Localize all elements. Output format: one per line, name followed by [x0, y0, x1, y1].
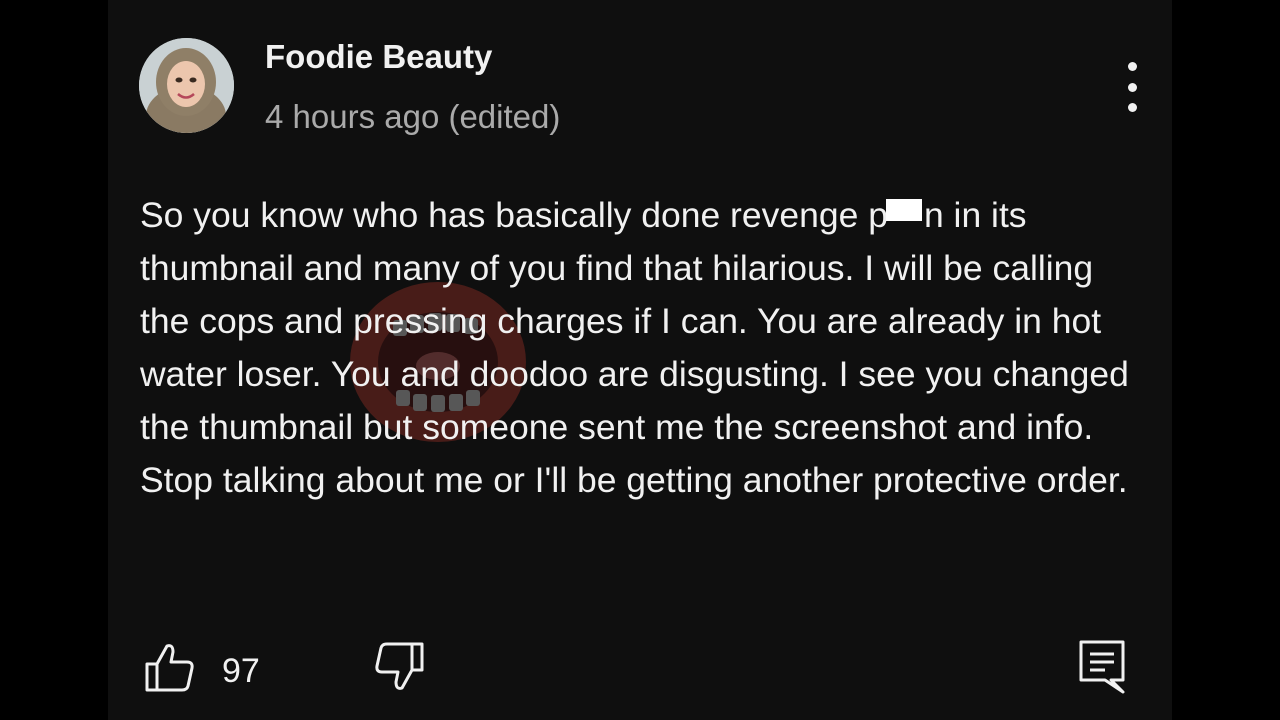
- dislike-button[interactable]: [372, 640, 426, 694]
- like-count: 97: [222, 652, 260, 690]
- avatar[interactable]: [139, 38, 234, 133]
- reply-icon: [1079, 640, 1125, 694]
- avatar-icon: [139, 38, 234, 133]
- comment-timestamp: 4 hours ago (edited): [265, 98, 561, 135]
- more-options-button[interactable]: [1114, 62, 1150, 112]
- more-vertical-icon: [1127, 62, 1137, 71]
- author-name[interactable]: Foodie Beauty: [265, 38, 492, 76]
- screen: Foodie Beauty 4 hours ago (edited) So yo…: [0, 0, 1280, 720]
- thumbs-down-icon: [375, 642, 424, 690]
- redaction-mark: [885, 199, 922, 221]
- comment-text-part-2: n in its thumbnail and many of you find …: [140, 195, 1129, 500]
- thumbs-up-icon: [145, 644, 194, 692]
- comment-text: So you know who has basically done reven…: [140, 189, 1140, 507]
- comment-text-part-1: So you know who has basically done reven…: [140, 195, 888, 235]
- reply-button[interactable]: [1075, 636, 1129, 696]
- like-button[interactable]: [143, 640, 197, 694]
